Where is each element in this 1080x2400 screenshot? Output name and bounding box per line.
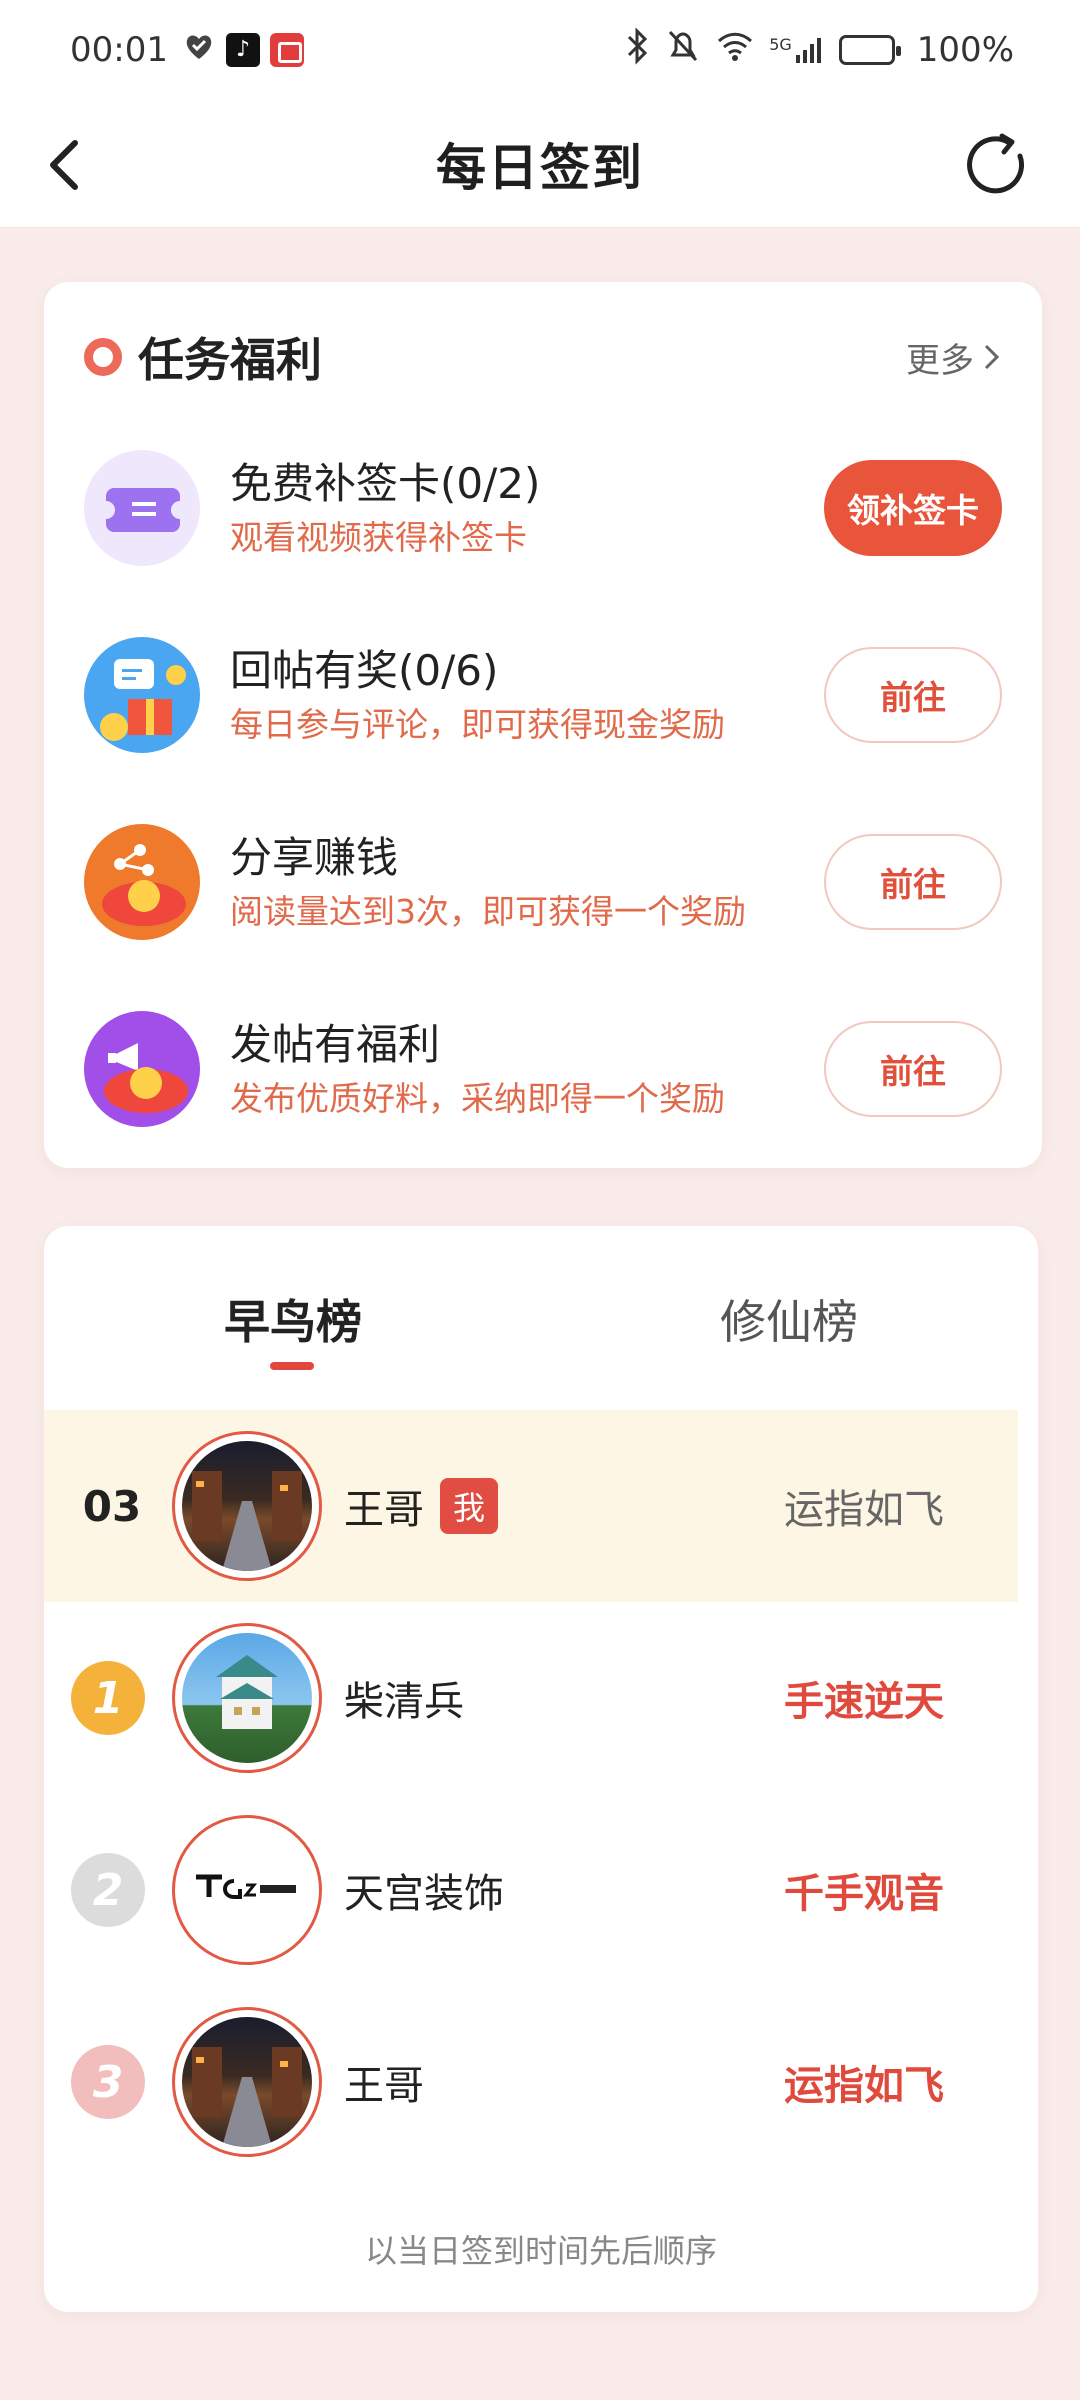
user-title: 运指如飞 bbox=[784, 1487, 944, 1533]
go-button[interactable]: 前往 bbox=[824, 834, 1002, 930]
avatar-image-logo bbox=[182, 1825, 312, 1955]
task-name: 发帖有福利 bbox=[230, 1020, 441, 1069]
task-desc: 观看视频获得补签卡 bbox=[230, 518, 527, 557]
section-ring-icon bbox=[84, 338, 122, 376]
bronze-medal-icon: 3 bbox=[71, 2045, 145, 2119]
go-button[interactable]: 前往 bbox=[824, 1021, 1002, 1117]
task-item-makeup-card: 免费补签卡(0/2) 观看视频获得补签卡 领补签卡 bbox=[84, 438, 1002, 578]
heart-shield-icon bbox=[182, 29, 216, 72]
status-time: 00:01 bbox=[70, 30, 168, 70]
user-title: 运指如飞 bbox=[784, 2063, 944, 2109]
avatar[interactable] bbox=[172, 1431, 322, 1581]
task-welfare-card: 任务福利 更多 免费补签卡(0/2) 观看视频获得补签卡 领补签卡 回帖有奖(0… bbox=[44, 282, 1042, 1168]
page-title: 每日签到 bbox=[436, 138, 644, 197]
rank-row[interactable]: 2 天宫装饰 千手观音 bbox=[44, 1794, 1018, 1986]
ranking-tabs: 早鸟榜 修仙榜 bbox=[44, 1226, 1038, 1406]
rank-row[interactable]: 3 王哥 运指如飞 bbox=[44, 1986, 1018, 2178]
gift-comment-icon bbox=[84, 637, 200, 753]
avatar[interactable] bbox=[172, 1815, 322, 1965]
gold-medal-icon: 1 bbox=[71, 1661, 145, 1735]
task-item-share-earn: 分享赚钱 阅读量达到3次，即可获得一个奖励 前往 bbox=[84, 812, 1002, 952]
silver-medal-icon: 2 bbox=[71, 1853, 145, 1927]
tab-early-bird[interactable]: 早鸟榜 bbox=[224, 1286, 362, 1352]
avatar[interactable] bbox=[172, 1623, 322, 1773]
ticket-icon bbox=[84, 450, 200, 566]
refresh-icon bbox=[967, 133, 1025, 194]
app-header: 每日签到 bbox=[0, 100, 1080, 228]
chevron-right-icon bbox=[984, 344, 1000, 370]
back-button[interactable] bbox=[30, 130, 100, 200]
avatar-image-street bbox=[182, 2017, 312, 2147]
active-tab-indicator bbox=[270, 1362, 314, 1370]
avatar[interactable] bbox=[172, 2007, 322, 2157]
ranking-card: 早鸟榜 修仙榜 03 王哥 我 运指如飞 1 柴清兵 手速逆天 2 天宫装饰 千… bbox=[44, 1226, 1038, 2312]
task-welfare-title: 任务福利 bbox=[138, 333, 322, 387]
mute-bell-icon bbox=[665, 27, 701, 74]
task-desc: 阅读量达到3次，即可获得一个奖励 bbox=[230, 892, 746, 931]
avatar-image-castle bbox=[182, 1633, 312, 1763]
more-label: 更多 bbox=[906, 340, 974, 381]
user-name: 王哥 bbox=[344, 2063, 424, 2109]
share-money-icon bbox=[84, 824, 200, 940]
my-rank-number: 03 bbox=[82, 1481, 142, 1531]
task-item-reply-reward: 回帖有奖(0/6) 每日参与评论，即可获得现金奖励 前往 bbox=[84, 625, 1002, 765]
rank-row[interactable]: 1 柴清兵 手速逆天 bbox=[44, 1602, 1018, 1794]
more-link[interactable]: 更多 bbox=[906, 333, 1002, 382]
status-bar: 00:01 ♪ 5G 100% bbox=[0, 0, 1080, 100]
ranking-footnote: 以当日签到时间先后顺序 bbox=[364, 2232, 717, 2270]
task-desc: 每日参与评论，即可获得现金奖励 bbox=[230, 705, 725, 744]
network-type-label: 5G bbox=[769, 35, 792, 54]
user-name: 柴清兵 bbox=[344, 1679, 464, 1725]
avatar-image-street bbox=[182, 1441, 312, 1571]
task-welfare-header: 任务福利 更多 bbox=[84, 322, 1002, 392]
megaphone-money-icon bbox=[84, 1011, 200, 1127]
user-name: 天宫装饰 bbox=[344, 1871, 504, 1917]
tab-cultivation[interactable]: 修仙榜 bbox=[720, 1286, 858, 1352]
get-makeup-card-button[interactable]: 领补签卡 bbox=[824, 460, 1002, 556]
my-rank-row[interactable]: 03 王哥 我 运指如飞 bbox=[44, 1410, 1018, 1602]
task-item-post-welfare: 发帖有福利 发布优质好料，采纳即得一个奖励 前往 bbox=[84, 999, 1002, 1139]
wifi-icon bbox=[715, 29, 755, 72]
task-name: 分享赚钱 bbox=[230, 833, 399, 882]
chevron-left-icon bbox=[50, 140, 78, 190]
task-name: 回帖有奖(0/6) bbox=[230, 646, 499, 695]
user-name: 王哥 bbox=[344, 1487, 424, 1533]
task-desc: 发布优质好料，采纳即得一个奖励 bbox=[230, 1079, 725, 1118]
refresh-button[interactable] bbox=[952, 120, 1042, 210]
user-title: 千手观音 bbox=[784, 1871, 944, 1917]
cellular-signal-icon: 5G bbox=[769, 35, 825, 65]
user-title: 手速逆天 bbox=[784, 1679, 944, 1725]
bluetooth-icon bbox=[623, 26, 651, 74]
battery-icon bbox=[838, 35, 901, 65]
go-button[interactable]: 前往 bbox=[824, 647, 1002, 743]
notification-app-icon bbox=[269, 33, 304, 67]
battery-percent: 100% bbox=[916, 30, 1014, 70]
task-name: 免费补签卡(0/2) bbox=[230, 459, 541, 508]
me-badge: 我 bbox=[440, 1478, 498, 1534]
tiktok-icon: ♪ bbox=[225, 33, 260, 67]
